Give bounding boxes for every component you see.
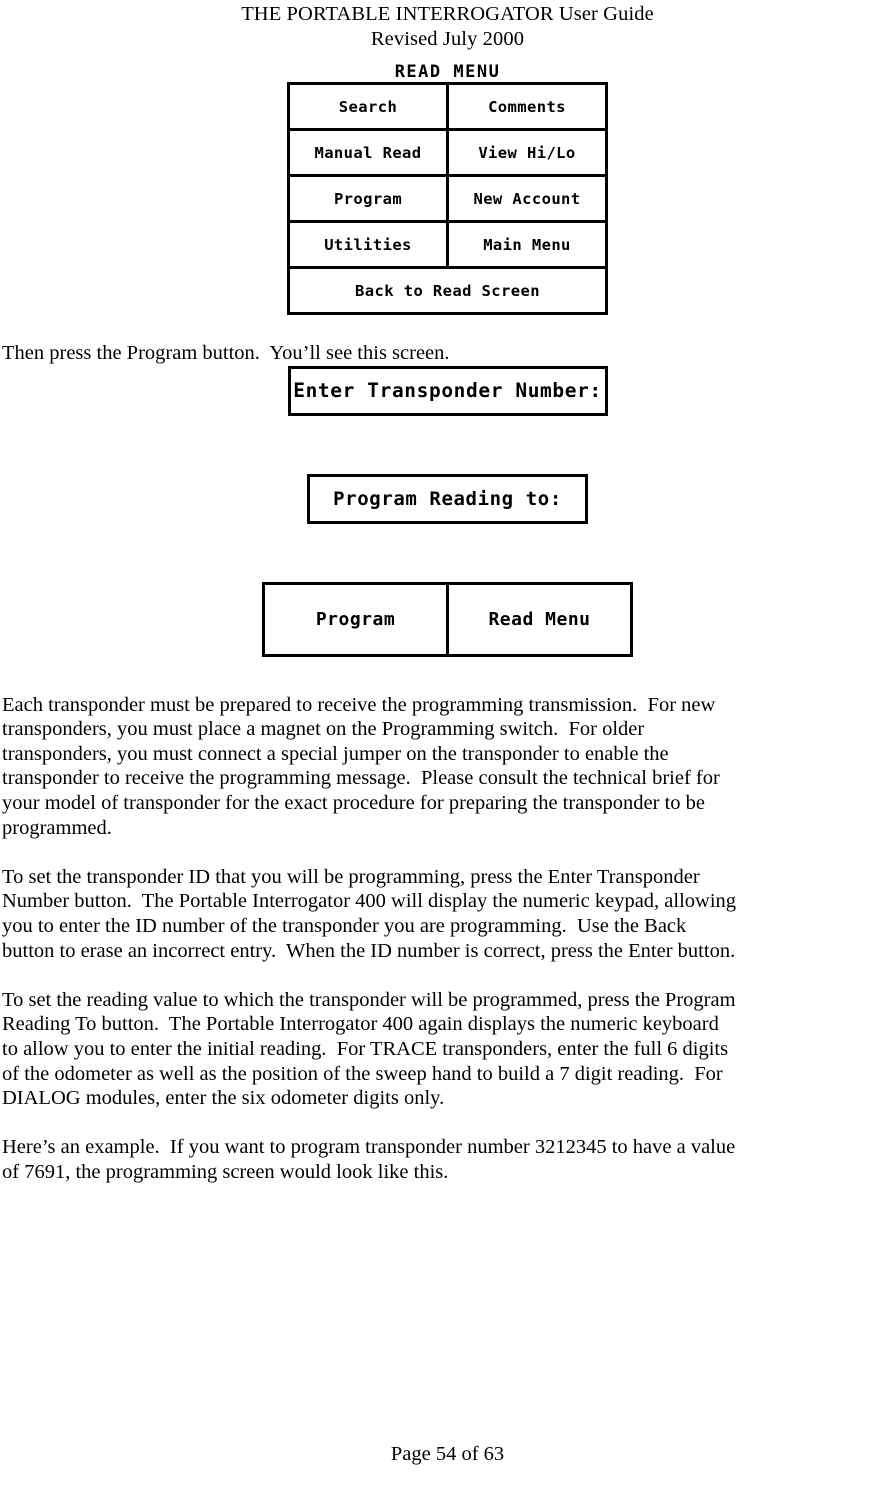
menu-button-new-account[interactable]: New Account bbox=[449, 177, 605, 220]
read-menu-button-grid: Search Comments Manual Read View Hi/Lo P… bbox=[287, 82, 608, 315]
menu-button-utilities[interactable]: Utilities bbox=[290, 223, 446, 266]
page-subtitle: Revised July 2000 bbox=[370, 28, 525, 50]
page-title: THE PORTABLE INTERROGATOR User Guide bbox=[241, 3, 654, 25]
menu-row: Search Comments bbox=[290, 85, 605, 128]
enter-transponder-number-button[interactable]: Enter Transponder Number: bbox=[287, 365, 608, 416]
program-button[interactable]: Program bbox=[265, 584, 446, 654]
menu-button-program[interactable]: Program bbox=[290, 177, 446, 220]
menu-row: Utilities Main Menu bbox=[290, 223, 605, 266]
body-text: Each transponder must be prepared to rec… bbox=[0, 693, 895, 1185]
program-reading-screen: Program Reading to: bbox=[0, 473, 895, 524]
page-header: THE PORTABLE INTERROGATOR User Guide Rev… bbox=[0, 0, 895, 52]
paragraph-set-transponder-id: To set the transponder ID that you will … bbox=[2, 865, 737, 962]
program-screen-action-buttons: Program Read Menu bbox=[262, 581, 633, 657]
menu-button-back-to-read-screen[interactable]: Back to Read Screen bbox=[290, 269, 605, 312]
program-reading-to-button[interactable]: Program Reading to: bbox=[307, 473, 588, 524]
page-number-label: Page 54 of 63 bbox=[390, 1443, 505, 1465]
menu-button-search[interactable]: Search bbox=[290, 85, 446, 128]
menu-row: Program New Account bbox=[290, 177, 605, 220]
page-footer: Page 54 of 63 bbox=[0, 1442, 895, 1467]
menu-button-view-hi-lo[interactable]: View Hi/Lo bbox=[449, 131, 605, 174]
paragraph-example: Here’s an example. If you want to progra… bbox=[2, 1136, 736, 1183]
menu-row: Back to Read Screen bbox=[290, 269, 605, 312]
menu-button-main-menu[interactable]: Main Menu bbox=[449, 223, 605, 266]
paragraph-set-reading-value: To set the reading value to which the tr… bbox=[2, 988, 736, 1110]
menu-button-manual-read[interactable]: Manual Read bbox=[290, 131, 446, 174]
read-menu-title: READ MENU bbox=[394, 62, 501, 82]
paragraph-transponder-preparation: Each transponder must be prepared to rec… bbox=[2, 693, 720, 839]
enter-transponder-screen: Enter Transponder Number: bbox=[0, 365, 895, 416]
instruction-paragraph: Then press the Program button. You’ll se… bbox=[0, 341, 895, 366]
read-menu-screen: READ MENU Search Comments Manual Read Vi… bbox=[287, 62, 608, 315]
menu-row: Manual Read View Hi/Lo bbox=[290, 131, 605, 174]
paragraph-then-press-program: Then press the Program button. You’ll se… bbox=[2, 342, 450, 364]
read-menu-button[interactable]: Read Menu bbox=[449, 584, 630, 654]
menu-button-comments[interactable]: Comments bbox=[449, 85, 605, 128]
